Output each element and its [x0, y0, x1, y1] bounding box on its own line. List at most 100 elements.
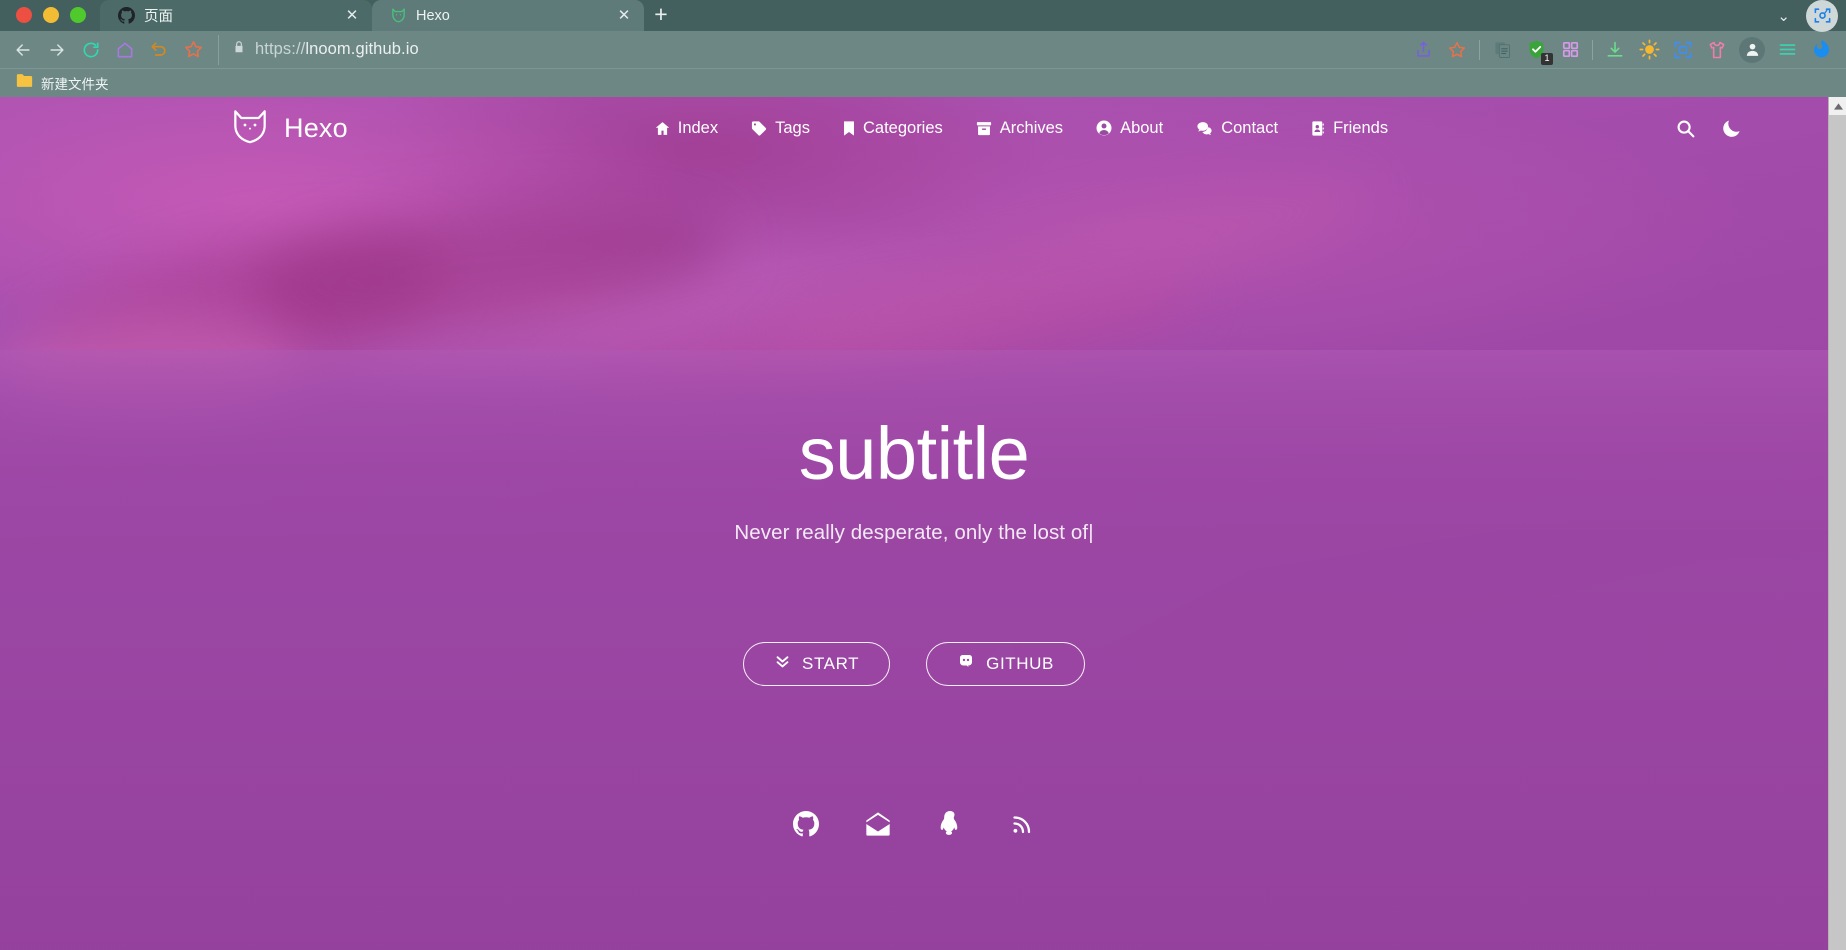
tab-hexo[interactable]: Hexo ✕	[372, 0, 644, 31]
url-text: https://lnoom.github.io	[255, 40, 419, 59]
toolbar-divider	[1592, 39, 1593, 60]
url-host: lnoom.github.io	[305, 40, 419, 58]
grid-squares-icon[interactable]	[1553, 35, 1587, 65]
clipboard-copy-icon[interactable]	[1485, 35, 1519, 65]
bookmark-label: 新建文件夹	[41, 77, 109, 92]
reload-icon[interactable]	[74, 35, 108, 65]
forward-button[interactable]	[40, 35, 74, 65]
nav-label: Categories	[862, 118, 943, 137]
address-bar[interactable]: https://lnoom.github.io	[218, 34, 1406, 65]
tab-title: Hexo	[416, 7, 450, 24]
close-tab-button[interactable]: ✕	[615, 7, 633, 25]
scroll-up-button[interactable]	[1829, 97, 1846, 115]
browser-logo-icon[interactable]	[1804, 35, 1838, 65]
adblock-count-badge: 1	[1541, 52, 1553, 65]
home-icon[interactable]	[108, 35, 142, 65]
search-icon[interactable]	[1672, 115, 1698, 141]
tagline-text: Never really desperate, only the lost of	[734, 520, 1089, 544]
toolbar-divider	[1479, 39, 1480, 60]
star-icon[interactable]	[1440, 35, 1474, 65]
start-button-label: START	[802, 653, 860, 673]
tabstrip-right-controls: ⌄	[1765, 0, 1846, 32]
sun-icon[interactable]	[1632, 35, 1666, 65]
window-controls	[0, 7, 100, 31]
nav-item-index[interactable]: Index	[638, 113, 734, 144]
envelope-open-icon[interactable]	[863, 809, 893, 839]
screenshot-capture-icon[interactable]	[1806, 0, 1838, 32]
bookmarks-bar: 新建文件夹	[0, 68, 1846, 97]
typing-cursor: |	[1088, 520, 1094, 544]
padlock-icon	[232, 39, 246, 60]
download-icon[interactable]	[1598, 35, 1632, 65]
start-button[interactable]: START	[743, 641, 891, 686]
tab-page[interactable]: 页面 ✕	[100, 0, 372, 31]
back-button[interactable]	[6, 35, 40, 65]
moon-icon[interactable]	[1718, 115, 1744, 141]
hero-buttons: START GITHUB	[743, 641, 1085, 686]
chevron-down-icon[interactable]: ⌄	[1765, 7, 1802, 25]
github-button-label: GITHUB	[986, 653, 1054, 673]
nav-item-contact[interactable]: Contact	[1179, 113, 1294, 144]
github-icon	[957, 652, 975, 675]
rss-icon[interactable]	[1007, 809, 1037, 839]
hexo-fox-icon	[390, 7, 407, 24]
nav-tools	[1672, 115, 1800, 141]
tab-strip: 页面 ✕ Hexo ✕ + ⌄	[0, 0, 1846, 32]
fox-head-icon	[230, 106, 270, 151]
site-header: Hexo Index Tags Categories Archives Abou…	[0, 97, 1846, 159]
page-scrollbar[interactable]	[1828, 97, 1846, 950]
tshirt-icon[interactable]	[1700, 35, 1734, 65]
scrollbar-thumb[interactable]	[1831, 116, 1845, 586]
hero-tagline: Never really desperate, only the lost of…	[734, 521, 1093, 545]
tag-icon	[750, 120, 768, 137]
site-nav: Index Tags Categories Archives About Con…	[388, 113, 1654, 144]
maximize-window-button[interactable]	[70, 7, 86, 23]
home-icon	[654, 120, 671, 137]
user-circle-icon	[1095, 119, 1113, 137]
github-icon	[118, 7, 135, 24]
nav-item-categories[interactable]: Categories	[826, 113, 959, 144]
screen-capture-icon[interactable]	[1666, 35, 1700, 65]
browser-toolbar: https://lnoom.github.io 1	[0, 31, 1846, 68]
bookmark-star-button[interactable]	[176, 35, 210, 65]
bookmark-item[interactable]: 新建文件夹	[10, 71, 115, 95]
minimize-window-button[interactable]	[43, 7, 59, 23]
github-icon[interactable]	[791, 809, 821, 839]
undo-arrow-icon[interactable]	[142, 35, 176, 65]
nav-item-about[interactable]: About	[1079, 113, 1179, 144]
nav-label: About	[1120, 118, 1164, 137]
shield-check-icon[interactable]: 1	[1519, 35, 1553, 65]
social-links	[791, 809, 1037, 839]
comments-icon	[1195, 120, 1214, 137]
user-avatar-icon[interactable]	[1739, 36, 1765, 63]
new-tab-button[interactable]: +	[644, 0, 678, 31]
nav-item-friends[interactable]: Friends	[1294, 113, 1404, 144]
qq-penguin-icon[interactable]	[935, 809, 965, 839]
folder-icon	[16, 73, 33, 93]
hero-section: subtitle Never really desperate, only th…	[0, 97, 1846, 950]
nav-label: Friends	[1333, 118, 1389, 137]
url-scheme: https://	[255, 40, 306, 58]
nav-item-archives[interactable]: Archives	[959, 113, 1079, 144]
nav-label: Archives	[999, 118, 1064, 137]
nav-item-tags[interactable]: Tags	[734, 113, 826, 144]
close-window-button[interactable]	[16, 7, 32, 23]
site-brand[interactable]: Hexo	[230, 106, 348, 151]
archive-box-icon	[975, 120, 993, 137]
tab-title: 页面	[144, 9, 173, 25]
hero-title: subtitle	[798, 412, 1030, 495]
toolbar-right-actions: 1	[1406, 35, 1838, 65]
share-upload-icon[interactable]	[1406, 35, 1440, 65]
nav-label: Tags	[775, 118, 810, 137]
nav-label: Contact	[1221, 118, 1279, 137]
site-title: Hexo	[284, 112, 348, 143]
address-book-icon	[1310, 120, 1326, 137]
chevron-double-down-icon	[774, 653, 791, 675]
github-button[interactable]: GITHUB	[926, 641, 1085, 686]
nav-label: Index	[677, 118, 719, 137]
browser-window: 页面 ✕ Hexo ✕ + ⌄ https://lnoom.github.io …	[0, 0, 1846, 950]
page-viewport: Hexo Index Tags Categories Archives Abou…	[0, 97, 1846, 950]
bookmark-icon	[842, 120, 856, 137]
close-tab-button[interactable]: ✕	[343, 7, 361, 25]
hamburger-menu-icon[interactable]	[1770, 35, 1804, 65]
